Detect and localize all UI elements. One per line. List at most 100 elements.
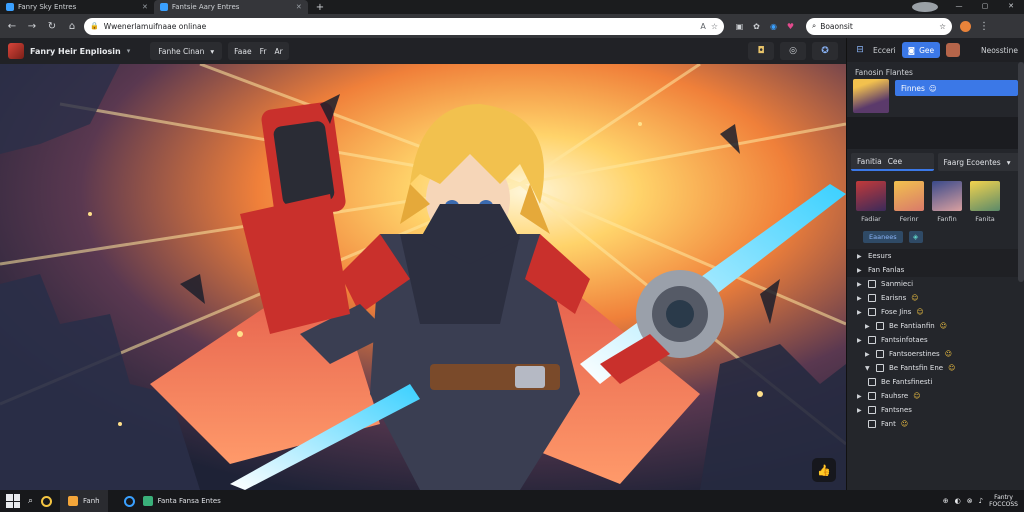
sidebar-tab-active[interactable]: ◙ Gee [901,42,941,58]
selection-bar[interactable]: Finnes ☺ [895,80,1018,96]
checkbox[interactable] [868,308,876,316]
translate-icon[interactable]: A [700,22,705,31]
gallery-item[interactable]: Fadiar [855,181,887,223]
tree-row[interactable]: Fant ☺ [847,417,1024,431]
chip-b[interactable]: Fr [260,47,267,56]
tree-row[interactable]: ▶ Fantsnes [847,403,1024,417]
sidebar-scrollbar[interactable] [1018,62,1024,282]
checkbox[interactable] [868,378,876,386]
tree-row[interactable]: ▶ Eesurs [847,249,1024,263]
start-button[interactable] [6,494,20,508]
search-star-icon[interactable]: ☆ [939,22,946,31]
action-pill[interactable]: Eaanees [863,231,903,243]
checkbox[interactable] [876,364,884,372]
checkbox[interactable] [868,392,876,400]
like-button[interactable]: 👍 [812,458,836,482]
panel-icon[interactable]: ⊟ [853,43,867,57]
checkbox[interactable] [868,406,876,414]
current-selection[interactable]: Finnes ☺ [847,79,1024,113]
task-view-icon[interactable] [41,495,53,507]
tree-row[interactable]: ▶ Fauhsre ☺ [847,389,1024,403]
extension-3-icon[interactable]: ◉ [768,21,779,32]
expand-arrow-icon[interactable]: ▶ [857,309,863,316]
gallery-thumbnail[interactable] [856,181,886,211]
tree-row[interactable]: ▶ Sanmieci [847,277,1024,291]
tab-close-icon[interactable]: ✕ [296,3,302,11]
checkbox[interactable] [868,280,876,288]
gallery-item[interactable]: Fanita [969,181,1001,223]
diamond-icon[interactable]: ◈ [908,231,923,243]
gallery-item[interactable]: Fanfin [931,181,963,223]
sidebar-more-link[interactable]: Neosstine [981,46,1018,55]
profile-icon[interactable] [960,20,971,32]
close-window-button[interactable]: ✕ [998,2,1024,12]
tree-row[interactable]: ▶ Earisns ☺ [847,291,1024,305]
cortana-icon[interactable] [123,495,135,507]
search-query[interactable]: Boaonsit [820,22,935,31]
expand-arrow-icon[interactable]: ▶ [857,407,863,414]
browser-tab-1[interactable]: Fanry Sky Entres ✕ [0,0,154,14]
gallery-thumbnail[interactable] [894,181,924,211]
expand-arrow-icon[interactable]: ▶ [865,323,871,330]
checkbox[interactable] [876,322,884,330]
expand-arrow-icon[interactable]: ▶ [857,253,863,260]
forward-button[interactable]: → [24,18,40,34]
taskbar-app-2[interactable]: Fanta Fansa Entes [142,496,221,506]
tree-row[interactable]: ▶ Fantsinfotaes [847,333,1024,347]
tree-row[interactable]: Be Fantsfinesti [847,375,1024,389]
clock[interactable]: Fantry FOCCOSS [989,494,1018,508]
camera-button[interactable]: ◎ [780,42,806,60]
tree-row[interactable]: ▶ Fan Fanlas [847,263,1024,277]
tree-row[interactable]: ▼ Be Fantsfin Ene ☺ [847,361,1024,375]
gallery-button[interactable]: ◘ [748,42,774,60]
checkbox[interactable] [868,294,876,302]
tray-icon-3[interactable]: ⊗ [967,497,973,505]
settings-button[interactable]: ✪ [812,42,838,60]
browser-tab-2[interactable]: Fantsie Aary Entres ✕ [153,0,308,14]
app-logo[interactable] [8,43,24,59]
tab-fanitia[interactable]: Fanitia Cee [851,153,934,171]
tree-row[interactable]: ▶ Fose Jins ☺ [847,305,1024,319]
expand-arrow-icon[interactable]: ▶ [857,267,863,274]
tree-row[interactable]: ▶ Be Fantianfin ☺ [847,319,1024,333]
url-text[interactable]: Wwenerlamuifnaae onlinae [104,22,696,31]
gallery-thumbnail[interactable] [970,181,1000,211]
selection-thumbnail[interactable] [853,79,889,113]
minimize-button[interactable]: — [946,2,972,12]
chip-c[interactable]: Ar [274,47,282,56]
expand-arrow-icon[interactable]: ▶ [857,295,863,302]
user-avatar[interactable] [946,43,961,57]
bookmark-star-icon[interactable]: ☆ [711,22,718,31]
address-bar[interactable]: 🔒 Wwenerlamuifnaae onlinae A ☆ [84,17,724,35]
sidebar-tab-1[interactable]: Ecceri [873,46,896,55]
back-button[interactable]: ← [4,18,20,34]
checkbox[interactable] [876,350,884,358]
new-tab-button[interactable]: + [308,2,332,13]
expand-arrow-icon[interactable]: ▶ [857,337,863,344]
search-box[interactable]: ⌕ Boaonsit ☆ [806,17,952,35]
checkbox[interactable] [868,420,876,428]
category-dropdown[interactable]: Fanhe Cinan ▾ [150,42,223,60]
tray-icon-2[interactable]: ◐ [955,497,961,505]
extension-1-icon[interactable]: ▣ [734,21,745,32]
reload-button[interactable]: ↻ [44,18,60,34]
chevron-down-icon[interactable]: ▾ [127,47,131,55]
tree-row[interactable]: ▶ Fantsoerstines ☺ [847,347,1024,361]
expand-arrow-icon[interactable]: ▼ [865,365,871,372]
tab-close-icon[interactable]: ✕ [142,3,148,11]
gallery-item[interactable]: Ferinr [893,181,925,223]
profile-avatar[interactable] [912,2,938,12]
filter-chips[interactable]: Faae Fr Ar [228,42,289,60]
expand-arrow-icon[interactable]: ▶ [857,393,863,400]
chip-a[interactable]: Faae [234,47,251,56]
extension-2-icon[interactable]: ✿ [751,21,762,32]
search-icon[interactable]: ⌕ [28,496,33,506]
tray-icon-1[interactable]: ⊕ [943,497,949,505]
expand-arrow-icon[interactable]: ▶ [857,281,863,288]
taskbar-app[interactable]: Fanh [60,490,108,512]
expand-arrow-icon[interactable]: ▶ [865,351,871,358]
maximize-button[interactable]: ▢ [972,2,998,12]
app-title[interactable]: Fanry Heir Enpliosin [30,47,121,56]
home-button[interactable]: ⌂ [64,18,80,34]
extension-4-icon[interactable]: ♥ [785,21,796,32]
